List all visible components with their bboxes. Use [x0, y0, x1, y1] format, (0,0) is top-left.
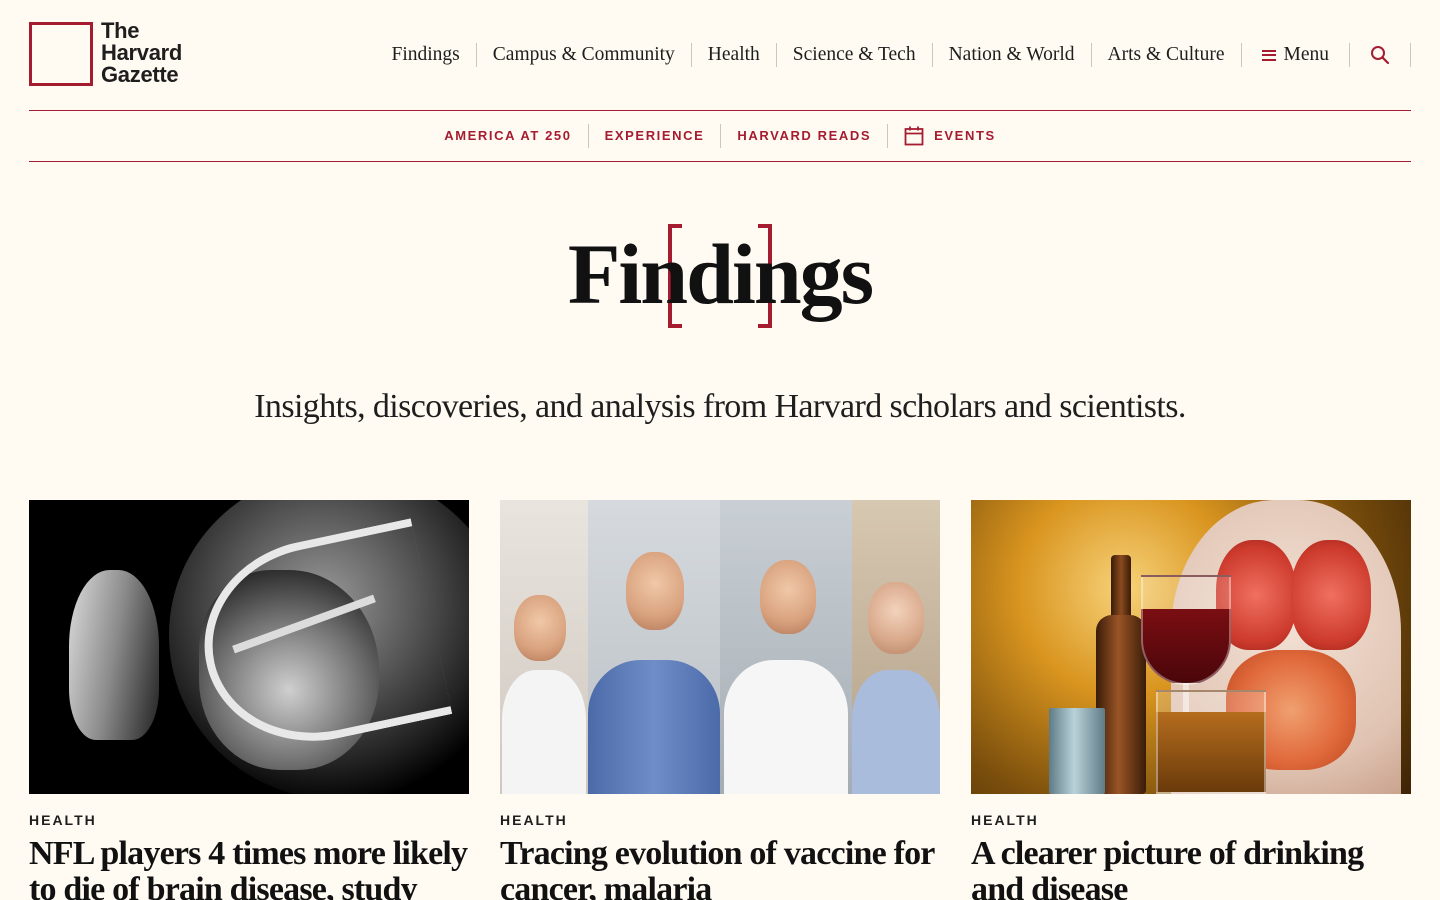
menu-label: Menu [1283, 44, 1330, 65]
article-card[interactable]: HEALTH Tracing evolution of vaccine for … [500, 500, 940, 900]
sub-nav: AMERICA AT 250 EXPERIENCE HARVARD READS … [0, 124, 1440, 148]
page-tagline: Insights, discoveries, and analysis from… [254, 388, 1186, 425]
football-player-helmet-photo[interactable] [29, 500, 469, 794]
logo-mark [29, 22, 93, 86]
page-title: Findings [567, 226, 874, 322]
article-headline[interactable]: A clearer picture of drinking and diseas… [971, 836, 1411, 900]
logo-line: Harvard [101, 40, 183, 65]
subnav-events-label: EVENTS [934, 128, 996, 143]
four-researchers-portrait-photo[interactable] [500, 500, 940, 794]
article-category[interactable]: HEALTH [971, 812, 1411, 828]
subnav-events[interactable]: EVENTS [888, 124, 1012, 148]
main-nav: Findings Campus & Community Health Scien… [376, 42, 1411, 68]
header-divider-bottom [29, 161, 1411, 162]
header-divider-top [29, 110, 1411, 111]
nav-findings[interactable]: Findings [376, 43, 477, 67]
nav-science-tech[interactable]: Science & Tech [777, 43, 933, 67]
article-category[interactable]: HEALTH [500, 812, 940, 828]
logo-wordmark: The Harvard Gazette [101, 20, 182, 86]
nav-arts-culture[interactable]: Arts & Culture [1092, 43, 1242, 67]
search-icon [1371, 46, 1390, 65]
site-logo[interactable]: The Harvard Gazette [29, 20, 182, 86]
article-category[interactable]: HEALTH [29, 812, 469, 828]
nav-nation-world[interactable]: Nation & World [933, 43, 1092, 67]
nav-campus-community[interactable]: Campus & Community [477, 43, 692, 67]
subnav-experience[interactable]: EXPERIENCE [589, 124, 722, 148]
article-card[interactable]: HEALTH A clearer picture of drinking and… [971, 500, 1411, 900]
article-headline[interactable]: NFL players 4 times more likely to die o… [29, 836, 469, 900]
subnav-america-at-250[interactable]: AMERICA AT 250 [428, 124, 589, 148]
article-card[interactable]: HEALTH NFL players 4 times more likely t… [29, 500, 469, 900]
subnav-harvard-reads[interactable]: HARVARD READS [721, 124, 889, 148]
logo-line: Gazette [101, 62, 179, 87]
nav-health[interactable]: Health [692, 43, 777, 67]
calendar-icon [904, 126, 924, 146]
article-headline[interactable]: Tracing evolution of vaccine for cancer,… [500, 836, 940, 900]
logo-line: The [101, 18, 140, 43]
hamburger-icon [1261, 49, 1276, 61]
alcohol-and-anatomy-illustration[interactable] [971, 500, 1411, 794]
menu-button[interactable]: Menu [1242, 43, 1350, 67]
search-button[interactable] [1350, 43, 1411, 67]
